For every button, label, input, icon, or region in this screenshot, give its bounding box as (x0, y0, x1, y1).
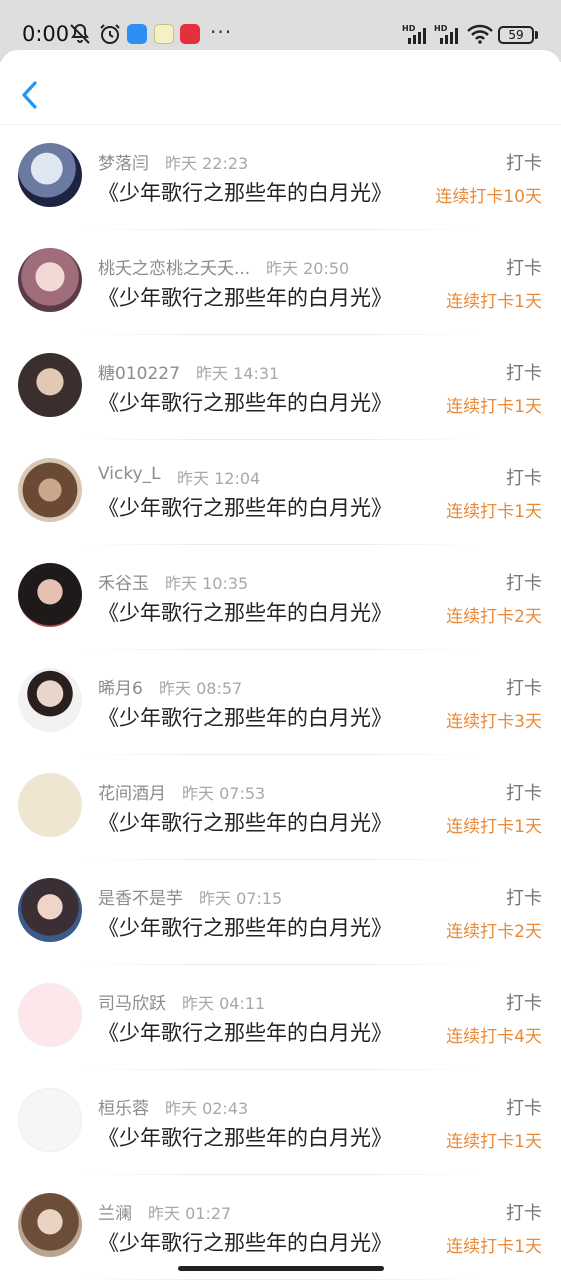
signal-icon: HD (434, 24, 458, 44)
book-title: 《少年歌行之那些年的白月光》 (98, 1231, 392, 1255)
streak-badge: 连续打卡1天 (446, 292, 542, 312)
user-name[interactable]: 司马欣跃 (98, 989, 166, 1014)
battery-tip (535, 31, 538, 39)
avatar[interactable] (18, 1193, 82, 1257)
app-notification-icon (127, 24, 147, 44)
user-name[interactable]: 禾谷玉 (98, 569, 149, 594)
streak-badge: 连续打卡4天 (446, 1027, 542, 1047)
book-title: 《少年歌行之那些年的白月光》 (98, 601, 392, 625)
book-title: 《少年歌行之那些年的白月光》 (98, 811, 392, 835)
avatar[interactable] (18, 878, 82, 942)
checkin-list-item[interactable]: Vicky_L 昨天 12:04 《少年歌行之那些年的白月光》 打卡连续打卡1天 (0, 440, 561, 545)
streak-badge: 连续打卡10天 (435, 187, 542, 207)
streak-badge: 连续打卡1天 (446, 397, 542, 417)
checkin-time: 昨天 12:04 (177, 469, 261, 488)
checkin-list: 梦落闫 昨天 22:23 《少年歌行之那些年的白月光》 打卡 连续打卡10天 桃夭之恋桃之… (0, 125, 561, 1280)
avatar[interactable] (18, 248, 82, 312)
checkin-list-item[interactable]: 兰澜 昨天 01:27 《少年歌行之那些年的白月光》 打卡连续打卡1天 (0, 1175, 561, 1280)
streak-badge: 连续打卡1天 (446, 817, 542, 837)
checkin-list-item[interactable]: 花间酒月 昨天 07:53 《少年歌行之那些年的白月光》 打卡连续打卡1天 (0, 755, 561, 860)
checkin-list-item[interactable]: 司马欣跃 昨天 04:11 《少年歌行之那些年的白月光》 打卡连续打卡4天 (0, 965, 561, 1070)
checkin-list-item[interactable]: 禾谷玉 昨天 10:35 《少年歌行之那些年的白月光》 打卡连续打卡2天 (0, 545, 561, 650)
streak-badge: 连续打卡2天 (446, 607, 542, 627)
checkin-label: 打卡 (506, 258, 542, 279)
user-name[interactable]: 晞月6 (98, 674, 143, 699)
book-title: 《少年歌行之那些年的白月光》 (98, 496, 392, 520)
home-indicator[interactable] (178, 1266, 384, 1271)
avatar[interactable] (18, 353, 82, 417)
checkin-list-item[interactable]: 梦落闫 昨天 22:23 《少年歌行之那些年的白月光》 打卡连续打卡10天 (0, 125, 561, 230)
user-name[interactable]: 兰澜 (98, 1199, 132, 1224)
streak-badge: 连续打卡1天 (446, 502, 542, 522)
status-time: 0:00 (22, 22, 70, 46)
top-bar (0, 50, 561, 125)
battery-icon: 59 (498, 26, 534, 44)
user-name[interactable]: Vicky_L (98, 464, 161, 484)
user-name[interactable]: 桃夭之恋桃之夭夭... (98, 254, 250, 279)
book-title: 《少年歌行之那些年的白月光》 (98, 391, 392, 415)
checkin-list-item[interactable]: 糖010227 昨天 14:31 《少年歌行之那些年的白月光》 打卡连续打卡1天 (0, 335, 561, 440)
book-title: 《少年歌行之那些年的白月光》 (98, 916, 392, 940)
svg-text:HD: HD (434, 24, 448, 33)
user-name[interactable]: 糖010227 (98, 359, 180, 384)
streak-badge: 连续打卡1天 (446, 1132, 542, 1152)
checkin-label: 打卡 (506, 678, 542, 699)
checkin-label: 打卡 (506, 363, 542, 384)
book-title: 《少年歌行之那些年的白月光》 (98, 1126, 392, 1150)
streak-badge: 连续打卡3天 (446, 712, 542, 732)
checkin-time: 昨天 02:43 (165, 1099, 249, 1118)
streak-badge: 连续打卡2天 (446, 922, 542, 942)
checkin-list-item[interactable]: 是香不是芋 昨天 07:15 《少年歌行之那些年的白月光》 打卡连续打卡2天 (0, 860, 561, 965)
signal-icon: HD (402, 24, 426, 44)
checkin-time: 昨天 07:15 (199, 889, 283, 908)
avatar[interactable] (18, 773, 82, 837)
checkin-label: 打卡 (506, 888, 542, 909)
checkin-time: 昨天 10:35 (165, 574, 249, 593)
checkin-label: 打卡 (506, 993, 542, 1014)
user-name[interactable]: 桓乐蓉 (98, 1094, 149, 1119)
checkin-time: 昨天 04:11 (182, 994, 266, 1013)
checkin-time: 昨天 20:50 (266, 259, 350, 278)
avatar[interactable] (18, 143, 82, 207)
alarm-icon (100, 24, 120, 44)
checkin-time: 昨天 22:23 (165, 154, 249, 173)
book-title: 《少年歌行之那些年的白月光》 (98, 706, 392, 730)
checkin-time: 昨天 08:57 (159, 679, 243, 698)
checkin-time: 昨天 07:53 (182, 784, 266, 803)
mute-icon (70, 23, 90, 44)
avatar[interactable] (18, 668, 82, 732)
avatar[interactable] (18, 563, 82, 627)
checkin-label: 打卡 (506, 1203, 542, 1224)
streak-badge: 连续打卡1天 (446, 1237, 542, 1257)
svg-text:HD: HD (402, 24, 416, 33)
app-notification-icon (180, 24, 200, 44)
wifi-icon (467, 24, 493, 44)
checkin-time: 昨天 01:27 (148, 1204, 232, 1223)
checkin-label: 打卡 (506, 153, 542, 174)
avatar[interactable] (18, 983, 82, 1047)
app-notification-icon (154, 24, 174, 44)
book-title: 《少年歌行之那些年的白月光》 (98, 286, 392, 310)
avatar[interactable] (18, 1088, 82, 1152)
checkin-list-item[interactable]: 桃夭之恋桃之夭夭... 昨天 20:50 《少年歌行之那些年的白月光》 打卡连续打卡1… (0, 230, 561, 335)
checkin-list-item[interactable]: 桓乐蓉 昨天 02:43 《少年歌行之那些年的白月光》 打卡连续打卡1天 (0, 1070, 561, 1175)
user-name[interactable]: 是香不是芋 (98, 884, 183, 909)
book-title: 《少年歌行之那些年的白月光》 (98, 1021, 392, 1045)
checkin-time: 昨天 14:31 (196, 364, 280, 383)
checkin-label: 打卡 (506, 783, 542, 804)
user-name[interactable]: 花间酒月 (98, 779, 166, 804)
book-title: 《少年歌行之那些年的白月光》 (98, 181, 392, 205)
back-button[interactable] (16, 78, 46, 112)
checkin-label: 打卡 (506, 468, 542, 489)
avatar[interactable] (18, 458, 82, 522)
checkin-label: 打卡 (506, 1098, 542, 1119)
checkin-label: 打卡 (506, 573, 542, 594)
more-notifications-icon: ··· (210, 20, 233, 44)
checkin-list-item[interactable]: 晞月6 昨天 08:57 《少年歌行之那些年的白月光》 打卡连续打卡3天 (0, 650, 561, 755)
user-name[interactable]: 梦落闫 (98, 149, 149, 174)
